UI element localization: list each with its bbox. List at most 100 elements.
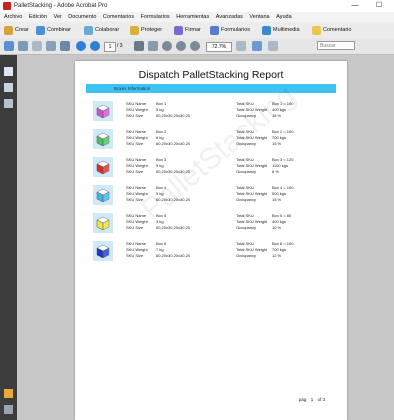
sku-size-label: SKU Size [126,113,144,118]
total-sku-value: Box 5 = 80 [272,213,292,218]
formularios-button[interactable]: Formularios [210,22,250,38]
total-weight-label: Total SKU Weight [236,107,268,112]
menu-formularios[interactable]: Formularios [141,14,170,20]
menu-archivo[interactable]: Archivo [4,14,22,20]
total-sku-value: Box 4 = 100 [272,185,294,190]
attachments-icon[interactable] [4,405,13,414]
menu-documento[interactable]: Documento [68,14,96,20]
hand-tool-icon[interactable] [148,41,158,51]
zoom-out-icon[interactable] [162,41,172,51]
acrobat-icon [3,2,11,10]
total-weight-label: Total SKU Weight [236,191,268,196]
sku-weight-label: SKU Weight [126,135,148,140]
occupancy-label: Occupancy [236,225,257,230]
sku-name-label: SKU Name [126,241,147,246]
menu-comentarios[interactable]: Comentarios [103,14,134,20]
signatures-icon[interactable] [4,99,13,108]
next-page-icon[interactable] [90,41,100,51]
total-weight-label: Total SKU Weight [236,163,268,168]
sku-weight-label: SKU Weight [126,191,148,196]
total-sku-value: Box 6 = 100 [272,241,294,246]
sku-name-value: Box 4 [156,185,167,190]
total-sku-label: Total SKU [236,129,254,134]
occupancy-label: Occupancy [236,253,257,258]
menu-edicion[interactable]: Edición [29,14,47,20]
sku-name-value: Box 6 [156,241,167,246]
menu-ventana[interactable]: Ventana [249,14,269,20]
create-icon [4,25,13,35]
occupancy-value: 12 % [272,253,282,258]
box-row: SKU Name SKU Weight SKU Size Box 39 kg 60,20… [86,155,336,180]
multimedia-button[interactable]: Multimedia [262,22,300,38]
zoom-select[interactable]: 72.7% [206,42,232,52]
occupancy-value: 10 % [272,225,282,230]
collaborate-icon [84,25,93,35]
page-number-input[interactable]: 1 [104,42,116,52]
print-icon[interactable] [18,41,28,51]
zoom-in-icon[interactable] [176,41,186,51]
sku-name-label: SKU Name [126,157,147,162]
proteger-label: Proteger [141,27,163,33]
sku-name-label: SKU Name [126,129,147,134]
total-weight-label: Total SKU Weight [236,219,268,224]
sku-size-value: 60,20x30,20x30,20 [156,253,191,258]
sku-size-value: 60,20x30,20x30,20 [156,141,191,146]
sku-weight-label: SKU Weight [126,107,148,112]
window-controls: — ☐ [344,0,390,12]
open-folder-icon[interactable] [4,41,14,51]
document-viewport[interactable]: Dispatch PalletStacking Report Boxes Inf… [17,55,394,420]
bookmarks-icon[interactable] [4,83,13,92]
firmar-button[interactable]: Firmar [174,22,201,38]
sku-size-label: SKU Size [126,197,144,202]
total-weight-value: 700 kgs [272,135,287,140]
footer-page-label: pag [298,397,307,402]
multimedia-label: Multimedia [273,27,300,33]
sku-weight-value: 9 kg [156,163,164,168]
menu-herramientas[interactable]: Herramientas [176,14,209,20]
film-icon [262,25,271,35]
pages-icon[interactable] [4,67,13,76]
window-title: PalletStacking - Adobe Acrobat Pro [14,3,108,9]
occupancy-label: Occupancy [236,197,257,202]
sku-size-value: 60,20x30,20x30,20 [156,113,191,118]
sku-size-label: SKU Size [126,141,144,146]
total-sku-label: Total SKU [236,185,254,190]
fit-page-icon[interactable] [236,41,246,51]
proteger-button[interactable]: Proteger [130,22,162,38]
marquee-zoom-icon[interactable] [190,41,200,51]
sku-weight-value: 5 kg [156,191,164,196]
footer-of-label: of 3 [317,397,325,402]
total-weight-label: Total SKU Weight [236,247,268,252]
layers-icon[interactable] [4,389,13,398]
total-sku-label: Total SKU [236,157,254,162]
total-weight-label: Total SKU Weight [236,135,268,140]
occupancy-label: Occupancy [236,169,257,174]
menu-ayuda[interactable]: Ayuda [276,14,292,20]
settings-icon[interactable] [60,41,70,51]
comentario-button[interactable]: Comentario [312,22,351,38]
sku-name-label: SKU Name [126,101,147,106]
maximize-button[interactable]: ☐ [368,0,390,12]
menu-ver[interactable]: Ver [53,14,61,20]
occupancy-value: 15 % [272,141,282,146]
select-tool-icon[interactable] [134,41,144,51]
pen-icon [174,25,183,35]
total-sku-value: Box 3 = 120 [272,157,294,162]
combinar-button[interactable]: Combinar [36,22,71,38]
box-row: SKU Name SKU Weight SKU Size Box 67 kg 60,20… [86,239,336,264]
email-icon[interactable] [46,41,56,51]
sku-weight-label: SKU Weight [126,219,148,224]
navigation-toolbar: 1 / 3 72.7% Buscar [0,38,394,55]
fit-width-icon[interactable] [252,41,262,51]
save-icon[interactable] [32,41,42,51]
menu-avanzadas[interactable]: Avanzadas [216,14,243,20]
total-weight-value: 700 kgs [272,247,287,252]
minimize-button[interactable]: — [344,0,366,12]
read-mode-icon[interactable] [268,41,278,51]
sku-weight-label: SKU Weight [126,247,148,252]
search-input[interactable]: Buscar [317,41,355,50]
colaborar-button[interactable]: Colaborar [84,22,119,38]
crear-button[interactable]: Crear [4,22,29,38]
previous-page-icon[interactable] [76,41,86,51]
box-row: SKU Name SKU Weight SKU Size Box 45 kg 60,20… [86,183,336,208]
